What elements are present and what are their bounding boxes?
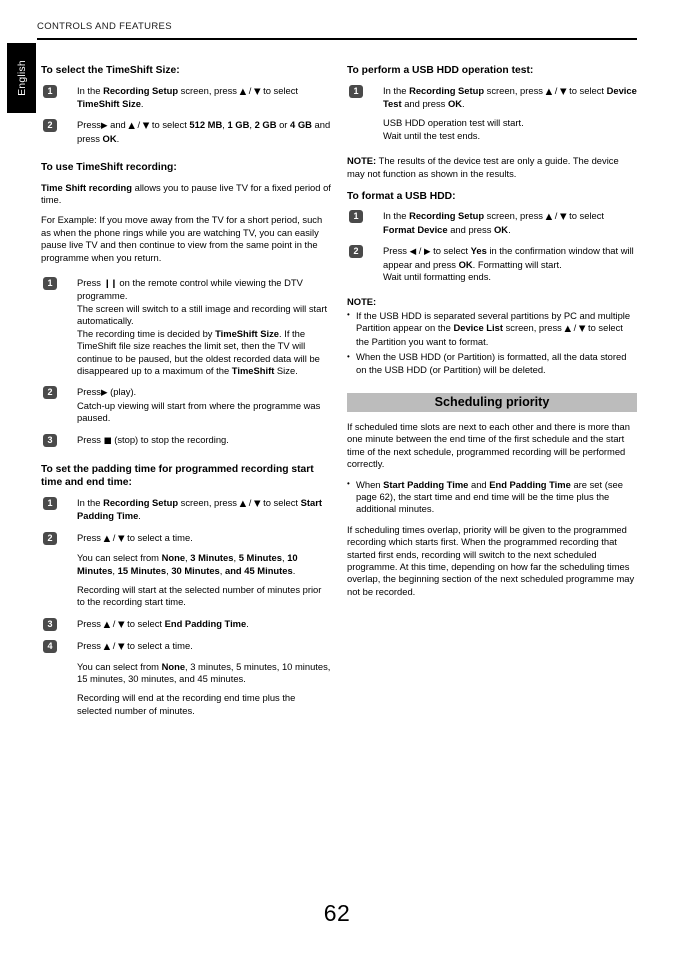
example-paragraph: For Example: If you move away from the T… <box>41 214 323 263</box>
section-heading: To set the padding time for programmed r… <box>41 463 314 489</box>
step-item: 1 In the Recording Setup screen, press ▲… <box>347 210 637 236</box>
step-item: 4 Press ▲ / ▼ to select a time. You can … <box>41 640 331 717</box>
section-select-timeshift-size: To select the TimeShift Size: 1 In the R… <box>41 64 331 145</box>
step-text: USB HDD operation test will start. Wait u… <box>383 117 524 141</box>
section-usb-hdd-operation-test: To perform a USB HDD operation test: 1 I… <box>347 64 637 142</box>
step-item: 2 Press▶ and ▲ / ▼ to select 512 MB, 1 G… <box>41 119 331 145</box>
note-device-test: NOTE: The results of the device test are… <box>347 155 637 180</box>
section-format-usb-hdd: To format a USB HDD: 1 In the Recording … <box>347 190 637 284</box>
header-rule <box>37 38 637 40</box>
scheduling-paragraph-1: If scheduled time slots are next to each… <box>347 420 630 470</box>
language-tab: English <box>7 43 36 113</box>
step-badge: 4 <box>43 640 57 654</box>
step-badge: 1 <box>43 277 57 291</box>
step-text: Press ▲ / ▼ to select End Padding Time. <box>77 617 249 630</box>
page-number: 62 <box>323 900 351 926</box>
intro-paragraph: Time Shift recording allows you to pause… <box>41 182 331 207</box>
step-text: In the Recording Setup screen, press ▲ /… <box>383 84 637 109</box>
step-text: You can select from None, 3 Minutes, 5 M… <box>77 552 298 576</box>
step-item: 2 Press ◀ / ▶ to select Yes in the confi… <box>347 245 637 283</box>
step-badge: 2 <box>349 245 363 259</box>
note-label: NOTE: <box>347 296 377 308</box>
step-item: 2 Press▶ (play). Catch-up viewing will st… <box>41 386 331 424</box>
play-icon: ▶ <box>100 388 108 399</box>
section-scheduling-priority: Scheduling priority If scheduled time sl… <box>347 392 637 598</box>
right-column: To perform a USB HDD operation test: 1 I… <box>347 64 637 598</box>
step-item: 1 In the Recording Setup screen, press ▲… <box>41 84 331 111</box>
step-text: Press▶ (play). Catch-up viewing will star… <box>77 386 321 424</box>
step-badge: 1 <box>349 210 363 224</box>
note-bullet: When Start Padding Time and End Padding … <box>347 478 637 516</box>
scheduling-paragraph-2: If scheduling times overlap, priority wi… <box>347 523 635 597</box>
stop-icon: ■ <box>103 435 112 446</box>
section-heading: To select the TimeShift Size: <box>41 65 180 76</box>
step-text: Press ❙❙ on the remote control while vie… <box>77 277 328 376</box>
note-bullet-list: If the USB HDD is separated several part… <box>347 309 637 376</box>
scheduling-bullet-list: When Start Padding Time and End Padding … <box>347 478 637 516</box>
step-badge: 1 <box>43 496 57 510</box>
note-format-usb-hdd: NOTE: If the USB HDD is separated severa… <box>347 296 637 375</box>
note-label: NOTE: <box>347 155 377 167</box>
section-padding-time: To set the padding time for programmed r… <box>41 463 331 717</box>
step-badge: 1 <box>43 84 57 98</box>
step-item: 3 Press ■ (stop) to stop the recording. <box>41 433 331 447</box>
section-heading: To perform a USB HDD operation test: <box>347 65 534 76</box>
section-heading: To use TimeShift recording: <box>41 162 177 174</box>
step-text: Press ◀ / ▶ to select Yes in the confirm… <box>383 245 634 283</box>
note-bullet: If the USB HDD is separated several part… <box>347 309 637 348</box>
step-item: 1 Press ❙❙ on the remote control while v… <box>41 277 331 377</box>
step-badge: 2 <box>43 531 57 545</box>
step-badge: 3 <box>43 617 57 631</box>
term-time-shift-recording: Time Shift recording <box>41 181 132 193</box>
left-column: To select the TimeShift Size: 1 In the R… <box>41 64 331 728</box>
step-text: Press▶ and ▲ / ▼ to select 512 MB, 1 GB,… <box>77 119 331 144</box>
step-badge: 2 <box>43 119 57 133</box>
running-head: CONTROLS AND FEATURES <box>37 21 172 32</box>
note-text: The results of the device test are only … <box>347 155 619 179</box>
step-text: You can select from None, 3 minutes, 5 m… <box>77 660 331 684</box>
step-item: 1 In the Recording Setup screen, press ▲… <box>347 84 637 143</box>
step-text: Press ■ (stop) to stop the recording. <box>77 433 229 446</box>
step-item: 1 In the Recording Setup screen, press ▲… <box>41 496 331 523</box>
step-text: Press ▲ / ▼ to select a time. <box>77 531 193 544</box>
pause-icon: ❙❙ <box>103 279 118 290</box>
step-text: Press ▲ / ▼ to select a time. <box>77 640 193 653</box>
language-tab-label: English <box>15 60 28 96</box>
step-text: In the Recording Setup screen, press ▲ /… <box>383 210 605 235</box>
note-bullet: When the USB HDD (or Partition) is forma… <box>347 351 637 376</box>
section-use-timeshift-recording: To use TimeShift recording: Time Shift r… <box>41 161 331 447</box>
step-text: In the Recording Setup screen, press ▲ /… <box>77 84 299 109</box>
step-text: In the Recording Setup screen, press ▲ /… <box>77 496 322 522</box>
section-banner: Scheduling priority <box>347 392 637 412</box>
step-badge: 1 <box>349 84 363 98</box>
step-badge: 2 <box>43 386 57 400</box>
manual-page: CONTROLS AND FEATURES English To select … <box>0 0 674 954</box>
step-item: 3 Press ▲ / ▼ to select End Padding Time… <box>41 617 331 631</box>
step-badge: 3 <box>43 433 57 447</box>
step-item: 2 Press ▲ / ▼ to select a time. You can … <box>41 531 331 609</box>
step-text: Recording will end at the recording end … <box>77 692 296 716</box>
step-text: Recording will start at the selected num… <box>77 583 322 608</box>
section-heading: To format a USB HDD: <box>347 190 456 202</box>
